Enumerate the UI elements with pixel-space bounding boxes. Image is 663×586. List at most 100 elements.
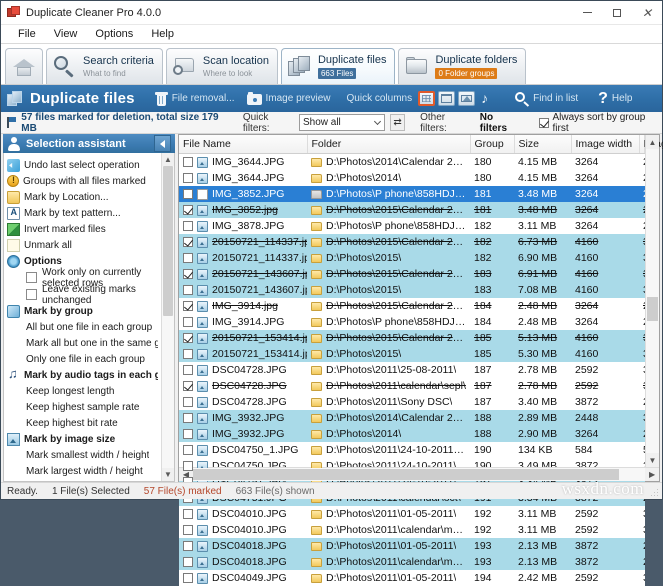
row-mark-checkbox[interactable]	[183, 269, 193, 279]
table-row[interactable]: 20150721_153414.jpgD:\Photos\2015\1855.3…	[179, 346, 645, 362]
cell-file-name[interactable]: IMG_3914.jpg	[179, 298, 307, 314]
menu-options[interactable]: Options	[86, 26, 142, 42]
cell-file-name[interactable]: IMG_3644.JPG	[179, 154, 307, 170]
table-row[interactable]: IMG_3932.JPGD:\Photos\2014\1882.90 MB326…	[179, 426, 645, 442]
row-mark-checkbox[interactable]	[183, 253, 193, 263]
scroll-up-icon[interactable]: ▲	[162, 153, 174, 166]
always-sort-by-group-checkbox[interactable]: Always sort by group first	[539, 112, 656, 134]
tab-home[interactable]	[5, 48, 43, 84]
horizontal-scroll-thumb[interactable]	[193, 469, 619, 480]
file-removal-button[interactable]: File removal...	[149, 90, 241, 108]
row-mark-checkbox[interactable]	[183, 573, 193, 583]
cell-file-name[interactable]: IMG_3852.JPG	[179, 186, 307, 202]
row-mark-checkbox[interactable]	[183, 445, 193, 455]
row-mark-checkbox[interactable]	[183, 333, 193, 343]
sidebar-item-keep-highest-sample-rate[interactable]: Keep highest sample rate	[4, 399, 161, 415]
table-row[interactable]: DSC04728.JPGD:\Photos\2011\Sony DSC\1873…	[179, 394, 645, 410]
cell-file-name[interactable]: DSC04010.JPG	[179, 522, 307, 538]
checkbox-leave-existing-marks[interactable]: Leave existing marks unchanged	[4, 286, 161, 303]
cell-file-name[interactable]: DSC04049.JPG	[179, 570, 307, 586]
table-vertical-scrollbar[interactable]: ▲ ▼	[645, 135, 659, 467]
close-button[interactable]: ✕	[632, 1, 662, 25]
scroll-right-icon[interactable]: ▶	[645, 468, 659, 481]
sidebar-item-invert-marked[interactable]: Invert marked files	[4, 221, 161, 237]
row-mark-checkbox[interactable]	[183, 221, 193, 231]
cell-file-name[interactable]: IMG_3932.JPG	[179, 426, 307, 442]
sidebar-item-unmark-all[interactable]: Unmark all	[4, 237, 161, 253]
table-row[interactable]: DSC04018.JPGD:\Photos\2011\01-05-2011\19…	[179, 538, 645, 554]
row-mark-checkbox[interactable]	[183, 173, 193, 183]
cell-file-name[interactable]: DSC04018.JPG	[179, 554, 307, 570]
sidebar-item-all-but-one-in-group[interactable]: All but one file in each group	[4, 319, 161, 335]
table-row[interactable]: DSC04049.JPGD:\Photos\2011\01-05-2011\19…	[179, 570, 645, 586]
tab-scan-location[interactable]: Scan location Where to look	[166, 48, 278, 84]
cell-file-name[interactable]: IMG_3644.JPG	[179, 170, 307, 186]
row-mark-checkbox[interactable]	[183, 509, 193, 519]
table-row[interactable]: IMG_3932.JPGD:\Photos\2014\Calendar 2014…	[179, 410, 645, 426]
row-mark-checkbox[interactable]	[183, 557, 193, 567]
sidebar-item-mark-smallest-dimensions[interactable]: Mark smallest width / height	[4, 447, 161, 463]
menu-view[interactable]: View	[45, 26, 87, 42]
help-button[interactable]: ? Help	[592, 89, 638, 109]
cell-file-name[interactable]: DSC04728.JPG	[179, 362, 307, 378]
table-horizontal-scrollbar[interactable]: ◀ ▶	[179, 467, 659, 481]
cell-file-name[interactable]: IMG_3932.JPG	[179, 410, 307, 426]
maximize-button[interactable]	[602, 1, 632, 25]
column-header-size[interactable]: Size	[514, 135, 571, 154]
cell-file-name[interactable]: IMG_3914.JPG	[179, 314, 307, 330]
table-row[interactable]: IMG_3644.JPGD:\Photos\2014\Calendar 2014…	[179, 154, 645, 171]
table-row[interactable]: 20150721_143607.jpgD:\Photos\2015\Calend…	[179, 266, 645, 282]
sidebar-item-only-one-in-group[interactable]: Only one file in each group	[4, 351, 161, 367]
cell-file-name[interactable]: 20150721_114337.jpg	[179, 250, 307, 266]
window-columns-icon[interactable]	[438, 91, 455, 106]
sidebar-item-mark-largest-dimensions[interactable]: Mark largest width / height	[4, 463, 161, 479]
row-mark-checkbox[interactable]	[183, 237, 193, 247]
row-mark-checkbox[interactable]	[183, 461, 193, 471]
table-row[interactable]: IMG_3644.JPGD:\Photos\2014\1804.15 MB326…	[179, 170, 645, 186]
row-mark-checkbox[interactable]	[183, 413, 193, 423]
row-mark-checkbox[interactable]	[183, 381, 193, 391]
cell-file-name[interactable]: DSC04728.JPG	[179, 378, 307, 394]
table-row[interactable]: DSC04728.JPGD:\Photos\2011\calendar\sepl…	[179, 378, 645, 394]
row-mark-checkbox[interactable]	[183, 301, 193, 311]
vertical-scroll-track[interactable]	[646, 149, 659, 453]
table-row[interactable]: IMG_3914.jpgD:\Photos\2015\Calendar 2015…	[179, 298, 645, 314]
sidebar-scroll-thumb[interactable]	[163, 166, 173, 316]
sidebar-item-undo-last-select[interactable]: Undo last select operation	[4, 157, 161, 173]
sidebar-item-mark-by-text-pattern[interactable]: Mark by text pattern...	[4, 205, 161, 221]
table-row[interactable]: IMG_3852.JPGD:\Photos\P phone\858HDJES\1…	[179, 186, 645, 202]
horizontal-scroll-track[interactable]	[193, 468, 645, 481]
column-header-image-width[interactable]: Image width	[571, 135, 639, 154]
table-row[interactable]: 20150721_114337.jpgD:\Photos\2015\1826.9…	[179, 250, 645, 266]
table-row[interactable]: DSC04018.JPGD:\Photos\2011\calendar\may\…	[179, 554, 645, 570]
scroll-up-icon[interactable]: ▲	[646, 135, 659, 149]
collapse-panel-button[interactable]	[154, 135, 171, 152]
scroll-down-icon[interactable]: ▼	[162, 468, 174, 481]
row-mark-checkbox[interactable]	[183, 157, 193, 167]
column-header-file-name[interactable]: File Name	[179, 135, 307, 154]
find-in-list-button[interactable]: Find in list	[509, 90, 584, 108]
cell-file-name[interactable]: DSC04018.JPG	[179, 538, 307, 554]
row-mark-checkbox[interactable]	[183, 365, 193, 375]
column-header-image-height[interactable]: Image height	[639, 135, 645, 154]
sidebar-item-all-but-one-same-group-folder[interactable]: Mark all but one in the same group and f…	[4, 335, 161, 351]
table-row[interactable]: 20150721_153414.jpgD:\Photos\2015\Calend…	[179, 330, 645, 346]
quick-filters-select[interactable]: Show all	[299, 114, 385, 131]
cell-file-name[interactable]: DSC04728.JPG	[179, 394, 307, 410]
swap-filter-button[interactable]: ⇄	[390, 114, 405, 131]
sidebar-item-keep-highest-bit-rate[interactable]: Keep highest bit rate	[4, 415, 161, 431]
sidebar-scrollbar[interactable]: ▲ ▼	[161, 153, 174, 481]
image-preview-button[interactable]: Image preview	[241, 90, 337, 107]
table-row[interactable]: IMG_3878.JPGD:\Photos\P phone\858HDJES\1…	[179, 218, 645, 234]
tab-search-criteria[interactable]: Search criteria What to find	[46, 48, 163, 84]
vertical-scroll-thumb[interactable]	[647, 297, 658, 321]
row-mark-checkbox[interactable]	[183, 397, 193, 407]
row-mark-checkbox[interactable]	[183, 429, 193, 439]
cell-file-name[interactable]: DSC04010.JPG	[179, 506, 307, 522]
table-row[interactable]: IMG_3852.jpgD:\Photos\2015\Calendar 2015…	[179, 202, 645, 218]
table-row[interactable]: DSC04728.JPGD:\Photos\2011\25-08-2011\18…	[179, 362, 645, 378]
sidebar-item-groups-all-marked[interactable]: Groups with all files marked	[4, 173, 161, 189]
table-row[interactable]: DSC04750_1.JPGD:\Photos\2011\24-10-2011\…	[179, 442, 645, 458]
scroll-down-icon[interactable]: ▼	[646, 453, 659, 467]
table-row[interactable]: IMG_3914.JPGD:\Photos\P phone\858HDJES\1…	[179, 314, 645, 330]
